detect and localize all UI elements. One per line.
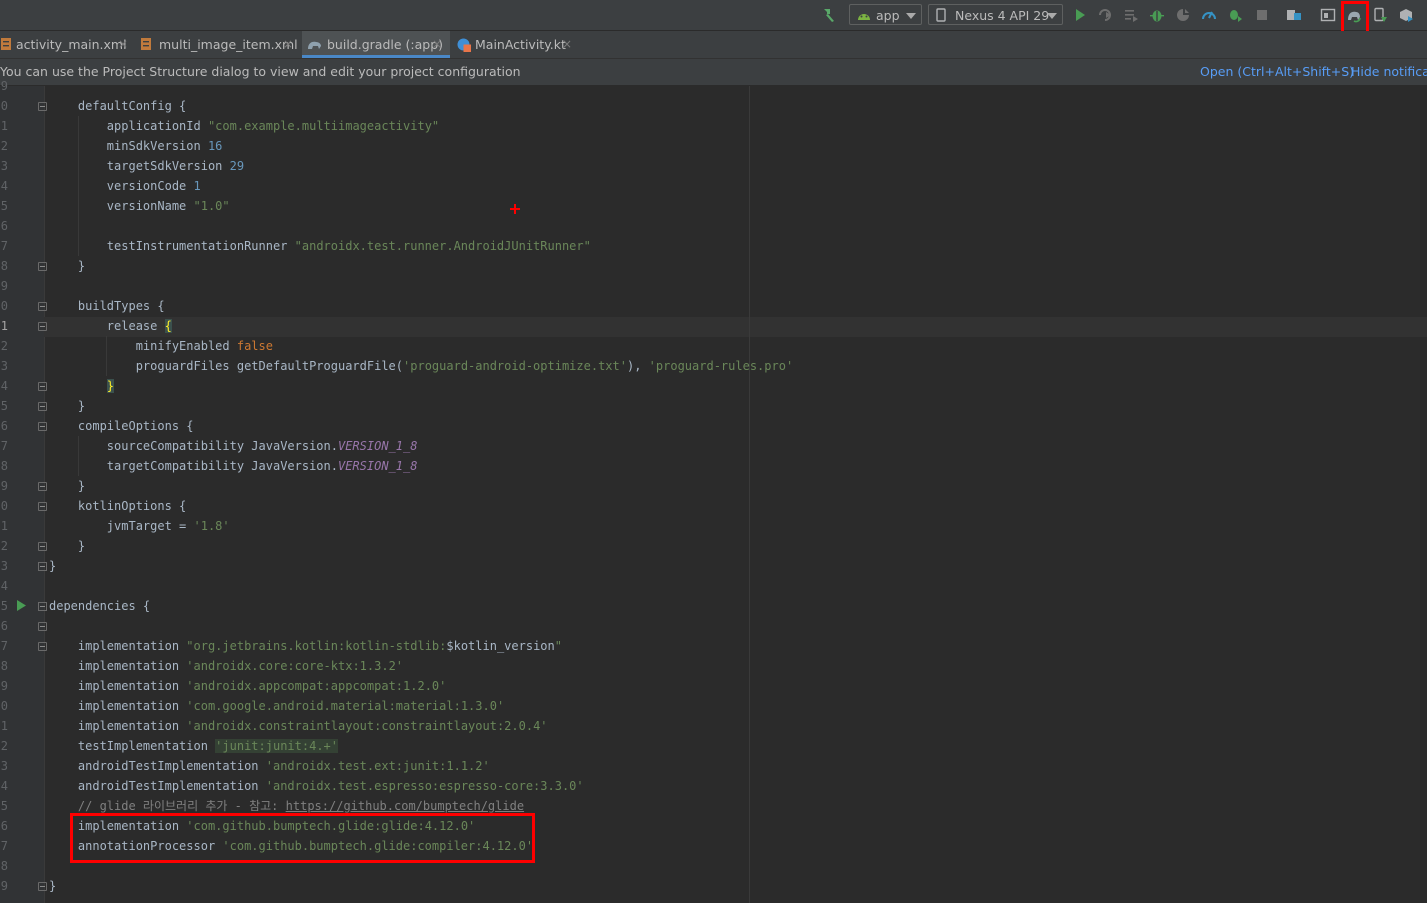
code-line: 2 testImplementation 'junit:junit:4.+' bbox=[0, 739, 338, 753]
code-line: 8 targetCompatibility JavaVersion.VERSIO… bbox=[0, 459, 418, 473]
code-line: 7 implementation "org.jetbrains.kotlin:k… bbox=[0, 639, 562, 653]
code-line: 6 compileOptions { bbox=[0, 419, 194, 433]
code-line: 8 implementation 'androidx.core:core-ktx… bbox=[0, 659, 404, 673]
hammer-build-icon[interactable] bbox=[821, 7, 837, 23]
code-line: 4 } bbox=[0, 379, 115, 393]
code-line: 5 dependencies { bbox=[0, 599, 151, 613]
stop-icon[interactable] bbox=[1254, 7, 1270, 23]
tab-activity-main-xml[interactable]: activity_main.xml × bbox=[0, 31, 136, 58]
close-icon[interactable]: × bbox=[118, 31, 128, 58]
run-config-label: app bbox=[876, 8, 900, 23]
tab-build-gradle-app[interactable]: build.gradle (:app) × bbox=[302, 31, 450, 58]
code-line: 3} bbox=[0, 559, 57, 573]
code-line: 5 } bbox=[0, 399, 86, 413]
editor-tabs: activity_main.xml × multi_image_item.xml… bbox=[0, 31, 1427, 59]
chevron-down-icon bbox=[906, 13, 916, 19]
glide-github-link[interactable]: https://github.com/bumptech/glide bbox=[286, 799, 524, 813]
glide-dependencies-highlight-box bbox=[70, 813, 535, 863]
tab-multi-image-item-xml[interactable]: multi_image_item.xml × bbox=[136, 31, 301, 58]
code-line-current: 1 release { bbox=[0, 319, 172, 333]
tab-label: build.gradle (:app) bbox=[327, 37, 444, 52]
phone-icon bbox=[936, 8, 946, 22]
avd-manager-icon[interactable] bbox=[1372, 7, 1388, 23]
code-line: 0 buildTypes { bbox=[0, 299, 165, 313]
sdk-manager-icon[interactable] bbox=[1398, 7, 1414, 23]
code-line: 8 } bbox=[0, 259, 86, 273]
xml-layout-icon bbox=[1, 38, 11, 50]
code-line: 1 jvmTarget = '1.8' bbox=[0, 519, 230, 533]
coverage-icon[interactable] bbox=[1175, 7, 1191, 23]
project-structure-icon[interactable] bbox=[1286, 7, 1302, 23]
tab-label: multi_image_item.xml bbox=[159, 37, 298, 52]
code-editor[interactable]: 9 0 defaultConfig { 1 applicationId "com… bbox=[0, 79, 1427, 903]
code-line: 7 testInstrumentationRunner "androidx.te… bbox=[0, 239, 591, 253]
code-line: 0 kotlinOptions { bbox=[0, 499, 187, 513]
code-line: 3 targetSdkVersion 29 bbox=[0, 159, 245, 173]
code-line: 7 sourceCompatibility JavaVersion.VERSIO… bbox=[0, 439, 418, 453]
android-icon bbox=[858, 14, 870, 20]
code-line: 9 } bbox=[0, 479, 86, 493]
profile-gauge-icon[interactable] bbox=[1201, 7, 1217, 23]
code-line: 2 minSdkVersion 16 bbox=[0, 139, 223, 153]
code-line: 9 bbox=[0, 79, 8, 93]
close-icon[interactable]: × bbox=[432, 31, 442, 58]
gradle-icon bbox=[308, 41, 321, 49]
code-line: 3 androidTestImplementation 'androidx.te… bbox=[0, 759, 490, 773]
gradle-sync-highlight-box bbox=[1341, 1, 1369, 34]
attach-debugger-icon[interactable] bbox=[1227, 7, 1243, 23]
code-line: 0 defaultConfig { bbox=[0, 99, 187, 113]
code-line: 9} bbox=[0, 879, 57, 893]
code-line: 0 implementation 'com.google.android.mat… bbox=[0, 699, 505, 713]
apply-code-changes-icon[interactable] bbox=[1123, 7, 1139, 23]
tab-label: MainActivity.kt bbox=[475, 37, 566, 52]
device-label: Nexus 4 API 29 bbox=[955, 8, 1050, 23]
chevron-down-icon bbox=[1047, 13, 1057, 19]
device-select[interactable]: Nexus 4 API 29 bbox=[928, 4, 1063, 25]
layout-inspector-icon[interactable] bbox=[1320, 7, 1336, 23]
code-line: 6 bbox=[0, 219, 8, 233]
run-icon[interactable] bbox=[1072, 7, 1088, 23]
close-icon[interactable]: × bbox=[562, 31, 572, 58]
run-config-select[interactable]: app bbox=[849, 4, 922, 25]
code-line: 5 versionName "1.0" bbox=[0, 199, 230, 213]
code-line: 4 bbox=[0, 579, 8, 593]
code-line: 9 implementation 'androidx.appcompat:app… bbox=[0, 679, 447, 693]
main-toolbar: app Nexus 4 API 29 bbox=[0, 0, 1427, 34]
code-line: 2 } bbox=[0, 539, 86, 553]
close-icon[interactable]: × bbox=[283, 31, 293, 58]
apply-changes-icon[interactable] bbox=[1097, 7, 1113, 23]
tab-main-activity-kt[interactable]: MainActivity.kt × bbox=[452, 31, 577, 58]
code-line: 4 androidTestImplementation 'androidx.te… bbox=[0, 779, 584, 793]
code-line: 6 bbox=[0, 619, 8, 633]
code-line: 2 minifyEnabled false bbox=[0, 339, 273, 353]
code-line: 3 proguardFiles getDefaultProguardFile('… bbox=[0, 359, 794, 373]
code-line: 9 bbox=[0, 279, 8, 293]
code-line: 4 versionCode 1 bbox=[0, 179, 201, 193]
tab-label: activity_main.xml bbox=[16, 37, 127, 52]
xml-layout-icon bbox=[141, 38, 151, 50]
code-line: 1 applicationId "com.example.multiimagea… bbox=[0, 119, 440, 133]
kotlin-file-icon bbox=[457, 38, 471, 52]
code-line: 1 implementation 'androidx.constraintlay… bbox=[0, 719, 548, 733]
debug-bug-icon[interactable] bbox=[1149, 7, 1165, 23]
